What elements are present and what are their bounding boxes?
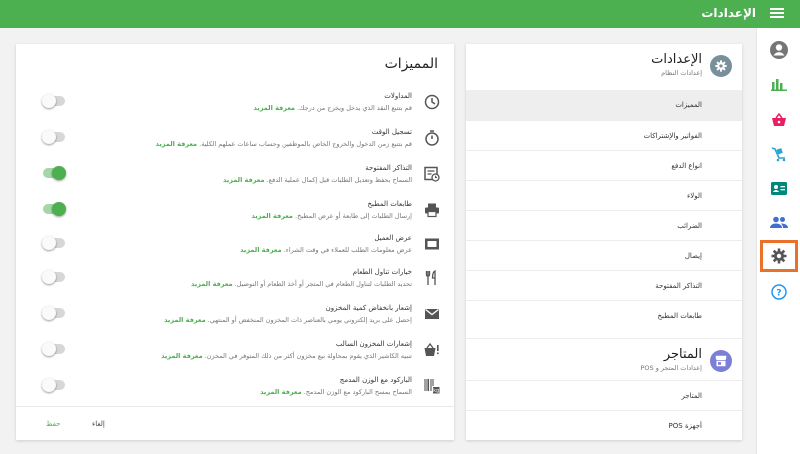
settings-item-billing[interactable]: الفواتير والإشتراكات: [466, 120, 742, 150]
display-icon: [425, 238, 439, 250]
feature-toggle[interactable]: [43, 166, 66, 180]
feature-description: إرسال الطلبات إلى طابعة أو عرض المطبخ. م…: [251, 212, 412, 220]
feature-row: المداولات قم بتتبع النقد الذي يدخل ويخرج…: [16, 92, 454, 128]
account-icon[interactable]: [767, 38, 791, 62]
feature-row: عرض العميل عرض معلومات الطلب للعملاء في …: [16, 234, 454, 270]
settings-item-stores[interactable]: المتاجر: [466, 380, 742, 410]
feature-description: عرض معلومات الطلب للعملاء في وقت الشراء.…: [240, 246, 412, 254]
learn-more-link[interactable]: معرفة المزيد: [254, 104, 295, 112]
settings-item-loyalty[interactable]: الولاء: [466, 180, 742, 210]
feature-toggle[interactable]: [43, 202, 66, 216]
feature-toggle[interactable]: [42, 342, 65, 356]
section-subtitle: إعدادات المتجر و POS: [640, 364, 702, 372]
feature-toggle[interactable]: [42, 270, 65, 284]
gear-icon: [771, 248, 787, 264]
feature-description: السماح بحفظ وتعديل الطلبات قبل إكمال عمل…: [223, 176, 412, 184]
help-icon[interactable]: ?: [767, 280, 791, 304]
learn-more-link[interactable]: معرفة المزيد: [260, 388, 301, 396]
settings-item-pos-devices[interactable]: أجهزة POS: [466, 410, 742, 440]
feature-description: تنبيه الكاشير الذي يقوم بمحاولة بيع مخزو…: [161, 352, 412, 360]
settings-item-payment-types[interactable]: انواع الدفع: [466, 150, 742, 180]
feature-name: طابعات المطبخ: [367, 200, 412, 208]
svg-text:?: ?: [776, 289, 781, 299]
feature-toggle[interactable]: [42, 94, 65, 108]
barcode-scale-icon: kg: [424, 379, 440, 394]
section-title: الإعدادات: [651, 52, 702, 67]
feature-name: التذاكر المفتوحة: [365, 164, 412, 172]
learn-more-link[interactable]: معرفة المزيد: [251, 212, 292, 220]
feature-description: السماح بمسح الباركود مع الوزن المدمج. مع…: [260, 388, 412, 396]
feature-name: الباركود مع الوزن المدمج: [339, 376, 412, 384]
settings-menu-card: الإعدادات إعدادات النظام المميزات الفوات…: [466, 44, 742, 440]
learn-more-link[interactable]: معرفة المزيد: [223, 176, 264, 184]
chart-icon[interactable]: [767, 72, 791, 96]
feature-description: قم بتتبع النقد الذي يدخل ويخرج من درجك. …: [253, 104, 412, 112]
feature-name: خيارات تناول الطعام: [352, 268, 412, 276]
people-icon[interactable]: [767, 210, 791, 234]
store-icon: [710, 350, 732, 372]
contact-card-icon[interactable]: [767, 176, 791, 200]
ticket-clock-icon: [424, 166, 440, 182]
stores-settings-header: المتاجر إعدادات المتجر و POS: [466, 338, 742, 382]
save-button[interactable]: حفظ: [46, 420, 61, 428]
section-subtitle: إعدادات النظام: [661, 69, 702, 77]
settings-item-taxes[interactable]: الضرائب: [466, 210, 742, 240]
feature-name: إشعار بانخفاض كمية المخزون: [325, 304, 412, 312]
svg-text:kg: kg: [433, 388, 439, 394]
feature-row: خيارات تناول الطعام تحديد الطلبات لتناول…: [16, 268, 454, 304]
feature-name: عرض العميل: [374, 234, 412, 242]
feature-toggle[interactable]: [42, 378, 65, 392]
settings-item-receipt[interactable]: إيصال: [466, 240, 742, 270]
feature-row: إشعار بانخفاض كمية المخزون إحصل على بريد…: [16, 304, 454, 340]
menu-icon[interactable]: [770, 6, 784, 20]
feature-row: التذاكر المفتوحة السماح بحفظ وتعديل الطل…: [16, 164, 454, 200]
mail-icon: [425, 308, 439, 319]
features-footer: حفظ إلغاء: [16, 406, 454, 440]
feature-description: إحصل على بريد إلكتروني يومي بالعناصر ذات…: [164, 316, 412, 324]
timer-icon: [425, 130, 439, 146]
system-settings-header: الإعدادات إعدادات النظام: [466, 44, 742, 88]
page-title: الإعدادات: [701, 6, 756, 20]
feature-toggle[interactable]: [42, 236, 65, 250]
learn-more-link[interactable]: معرفة المزيد: [240, 246, 281, 254]
features-title: المميزات: [384, 56, 438, 72]
clock-icon: [424, 94, 440, 110]
cancel-button[interactable]: إلغاء: [92, 420, 105, 428]
feature-name: إشعارات المخزون السالب: [335, 340, 412, 348]
top-app-bar: الإعدادات: [0, 0, 800, 28]
feature-row: تسجيل الوقت قم بتتبع زمن الدخول والخروج …: [16, 128, 454, 164]
side-nav-rail: ?: [756, 28, 800, 454]
basket-icon[interactable]: [767, 108, 791, 132]
gear-icon: [710, 55, 732, 77]
settings-item-open-tickets[interactable]: التذاكر المفتوحة: [466, 270, 742, 300]
feature-name: المداولات: [384, 92, 412, 100]
learn-more-link[interactable]: معرفة المزيد: [156, 140, 197, 148]
feature-toggle[interactable]: [42, 130, 65, 144]
settings-item-kitchen-printers[interactable]: طابعات المطبخ: [466, 300, 742, 330]
features-card: المميزات المداولات قم بتتبع النقد الذي ي…: [16, 44, 454, 440]
settings-item-features[interactable]: المميزات: [466, 90, 742, 120]
basket-alert-icon: [424, 342, 439, 356]
learn-more-link[interactable]: معرفة المزيد: [191, 280, 232, 288]
printer-icon: [425, 203, 439, 218]
feature-description: تحديد الطلبات لتناول الطعام في المتجر أو…: [191, 280, 412, 288]
feature-description: قم بتتبع زمن الدخول والخروج الخاص بالموظ…: [155, 140, 412, 148]
feature-row: إشعارات المخزون السالب تنبيه الكاشير الذ…: [16, 340, 454, 376]
cart-icon[interactable]: [767, 142, 791, 166]
feature-name: تسجيل الوقت: [371, 128, 412, 136]
learn-more-link[interactable]: معرفة المزيد: [164, 316, 205, 324]
settings-nav-button[interactable]: [760, 240, 798, 272]
learn-more-link[interactable]: معرفة المزيد: [161, 352, 202, 360]
section-title: المتاجر: [663, 347, 702, 362]
cutlery-icon: [425, 270, 436, 285]
feature-toggle[interactable]: [42, 306, 65, 320]
feature-row: طابعات المطبخ إرسال الطلبات إلى طابعة أو…: [16, 200, 454, 236]
